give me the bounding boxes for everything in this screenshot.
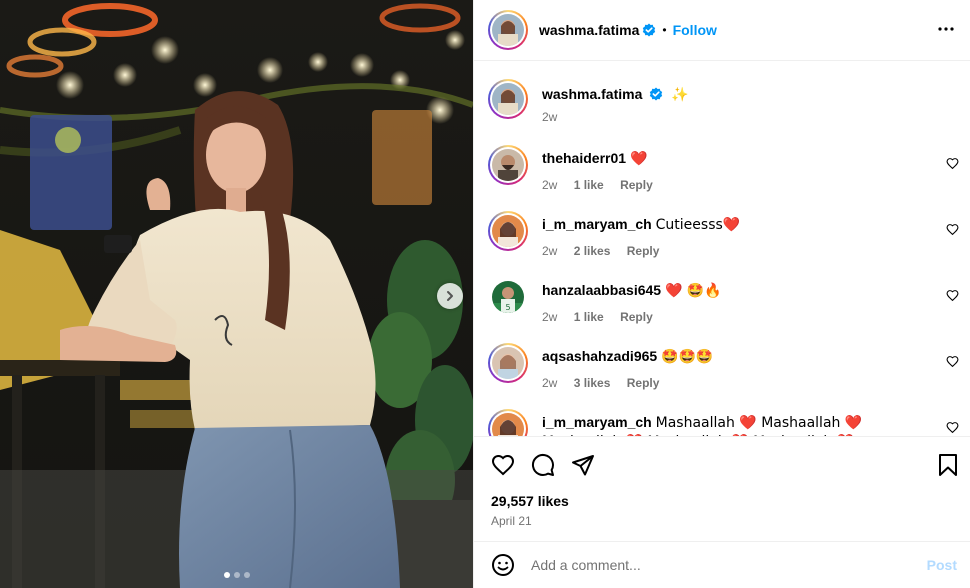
comment-username[interactable]: aqsashahzadi965	[542, 348, 657, 364]
post-media[interactable]	[0, 0, 473, 588]
heart-icon[interactable]	[946, 355, 959, 368]
comment-item: thehaiderr01 ❤️ 2w 1 like Reply	[488, 145, 666, 192]
carousel-indicator	[0, 572, 473, 578]
post-photo	[0, 0, 473, 588]
instagram-post-modal: washma.fatima • Follow washma.fatima ✨ 2…	[0, 0, 970, 588]
bookmark-icon[interactable]	[937, 453, 959, 477]
comment-text: ❤️	[629, 151, 648, 167]
comment-text: ❤️ 🤩🔥	[664, 283, 722, 299]
post-header: washma.fatima • Follow	[474, 0, 970, 61]
commenter-avatar-ring[interactable]	[488, 145, 528, 185]
avatar	[492, 215, 524, 247]
comment-item: 5 hanzalaabbasi645 ❤️ 🤩🔥 2w 1 like Reply	[488, 277, 722, 324]
avatar	[492, 149, 524, 181]
comment-icon[interactable]	[531, 453, 555, 477]
comment-item: i_m_maryam_ch Cutieesss❤️ 2w 2 likes Rep…	[488, 211, 740, 258]
carousel-dot	[243, 572, 250, 578]
comment-time: 2w	[542, 178, 558, 192]
comment-time: 2w	[542, 310, 558, 324]
comment-text: Cutieesss❤️	[655, 217, 741, 233]
heart-icon[interactable]	[946, 421, 959, 434]
post-comment-button[interactable]: Post	[927, 557, 957, 573]
heart-icon[interactable]	[946, 223, 959, 236]
comment-username[interactable]: thehaiderr01	[542, 150, 626, 166]
reply-button[interactable]: Reply	[627, 244, 660, 258]
heart-icon[interactable]	[946, 289, 959, 302]
avatar	[492, 83, 524, 115]
comment-text: 🤩🤩🤩	[661, 349, 714, 365]
add-comment-bar: Post	[474, 541, 970, 588]
caption-avatar-ring[interactable]	[488, 79, 528, 119]
comments-list[interactable]: washma.fatima ✨ 2w thehaiderr01 ❤️ 2w 1 …	[474, 61, 970, 436]
comment-likes[interactable]: 1 like	[574, 310, 604, 324]
avatar: 5	[492, 281, 524, 313]
reply-button[interactable]: Reply	[620, 310, 653, 324]
caption-text: ✨	[671, 87, 689, 103]
commenter-avatar-wrap[interactable]: 5	[488, 277, 528, 317]
carousel-next-button[interactable]	[437, 283, 463, 309]
caption-time: 2w	[542, 110, 558, 124]
chevron-right-icon	[447, 291, 453, 301]
avatar	[492, 413, 524, 436]
post-caption: washma.fatima ✨ 2w	[488, 79, 689, 124]
author-avatar-ring[interactable]	[488, 10, 528, 50]
likes-count[interactable]: 29,557 likes	[491, 493, 569, 509]
verified-badge-icon	[650, 87, 663, 101]
avatar	[492, 14, 524, 46]
svg-text:5: 5	[505, 303, 510, 312]
caption-username[interactable]: washma.fatima	[542, 86, 642, 102]
post-details-panel: washma.fatima • Follow washma.fatima ✨ 2…	[473, 0, 970, 588]
share-icon[interactable]	[571, 453, 595, 477]
comment-username[interactable]: i_m_maryam_ch	[542, 216, 652, 232]
separator-dot: •	[662, 23, 667, 37]
post-actions: 29,557 likes April 21	[474, 436, 970, 541]
comment-item: aqsashahzadi965 🤩🤩🤩 2w 3 likes Reply	[488, 343, 713, 390]
commenter-avatar-ring[interactable]	[488, 211, 528, 251]
carousel-dot	[223, 572, 230, 578]
comment-item: i_m_maryam_ch Mashaallah ❤️ Mashaallah ❤…	[488, 409, 928, 436]
post-date[interactable]: April 21	[491, 514, 532, 528]
comment-likes[interactable]: 2 likes	[574, 244, 611, 258]
comment-username[interactable]: hanzalaabbasi645	[542, 282, 661, 298]
comment-time: 2w	[542, 376, 558, 390]
comment-likes[interactable]: 1 like	[574, 178, 604, 192]
author-username[interactable]: washma.fatima	[539, 22, 639, 38]
comment-username[interactable]: i_m_maryam_ch	[542, 414, 652, 430]
comment-input[interactable]	[531, 557, 911, 573]
commenter-avatar-ring[interactable]	[488, 343, 528, 383]
reply-button[interactable]: Reply	[627, 376, 660, 390]
avatar	[492, 347, 524, 379]
heart-icon[interactable]	[491, 453, 515, 477]
comment-likes[interactable]: 3 likes	[574, 376, 611, 390]
carousel-dot	[233, 572, 240, 578]
commenter-avatar-ring[interactable]	[488, 409, 528, 436]
verified-badge-icon	[643, 23, 656, 37]
more-options-icon[interactable]	[937, 20, 955, 38]
reply-button[interactable]: Reply	[620, 178, 653, 192]
emoji-icon[interactable]	[491, 553, 515, 577]
comment-time: 2w	[542, 244, 558, 258]
heart-icon[interactable]	[946, 157, 959, 170]
follow-button[interactable]: Follow	[673, 22, 717, 38]
